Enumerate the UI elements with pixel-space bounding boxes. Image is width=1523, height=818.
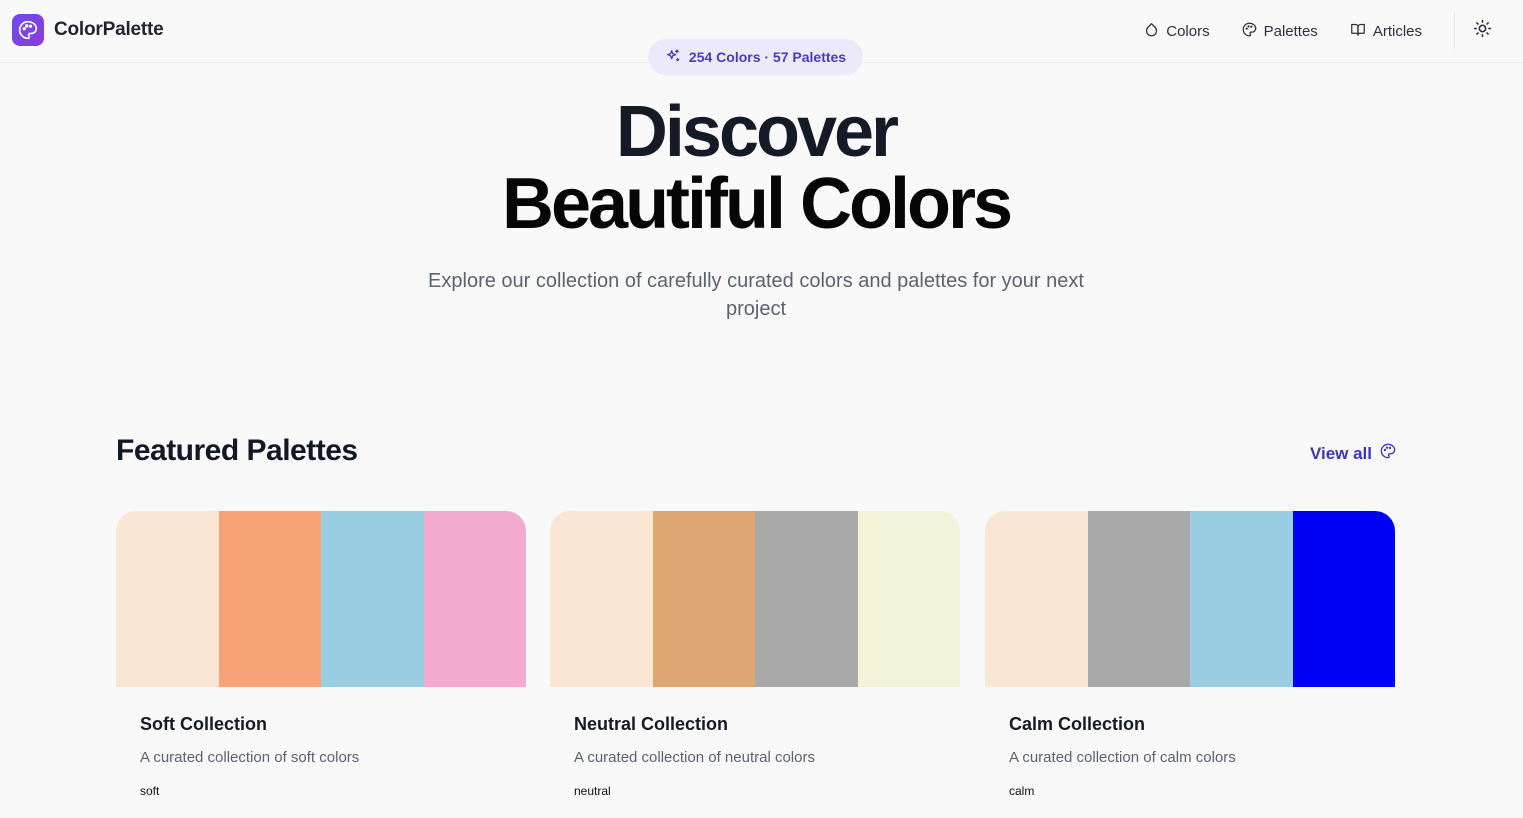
sun-icon — [1473, 19, 1492, 43]
color-swatch[interactable] — [218, 511, 321, 687]
palette-name: Soft Collection — [140, 714, 267, 734]
nav-palettes-label: Palettes — [1263, 22, 1318, 40]
color-swatch[interactable] — [1087, 511, 1190, 687]
palette-card-neutral[interactable]: Neutral Collection A curated collection … — [550, 511, 960, 818]
color-swatch[interactable] — [857, 511, 960, 687]
hero-title: Discover Beautiful Colors — [0, 96, 1512, 240]
palette-description: A curated collection of neutral colors — [574, 749, 815, 766]
color-swatch[interactable] — [321, 511, 424, 687]
featured-section-title: Featured Palettes — [116, 434, 358, 467]
stats-badge-text: 254 Colors · 57 Palettes — [688, 49, 847, 65]
palette-description: A curated collection of calm colors — [1009, 749, 1236, 766]
palette-icon — [1380, 443, 1396, 464]
color-swatch[interactable] — [116, 511, 219, 687]
nav-articles[interactable]: Articles — [1350, 22, 1422, 41]
color-swatch[interactable] — [1292, 511, 1395, 687]
view-all-label: View all — [1309, 443, 1372, 463]
hero-title-line1: Discover — [615, 92, 899, 172]
droplet-icon — [1144, 22, 1159, 41]
palette-icon — [1242, 22, 1257, 41]
main-nav: Colors Palettes Articles — [1144, 0, 1523, 62]
logo-text: ColorPalette — [54, 19, 164, 40]
palette-description: A curated collection of soft colors — [140, 749, 360, 766]
palette-swatches — [550, 511, 960, 687]
nav-colors-label: Colors — [1166, 22, 1210, 40]
palette-logo-icon — [12, 14, 44, 46]
color-swatch[interactable] — [423, 511, 526, 687]
theme-toggle-button[interactable] — [1471, 19, 1493, 43]
color-swatch[interactable] — [1190, 511, 1293, 687]
color-swatch[interactable] — [755, 511, 858, 687]
palette-tag[interactable]: soft — [140, 784, 159, 798]
hero-title-line2: Beautiful Colors — [501, 164, 1013, 244]
palette-name: Calm Collection — [1009, 714, 1146, 734]
palette-tag[interactable]: neutral — [574, 784, 611, 798]
color-swatch[interactable] — [550, 511, 653, 687]
palette-tag[interactable]: calm — [1009, 784, 1034, 798]
palette-card-soft[interactable]: Soft Collection A curated collection of … — [116, 511, 526, 818]
book-open-icon — [1350, 22, 1366, 41]
color-swatch[interactable] — [985, 511, 1088, 687]
palette-swatches — [116, 511, 526, 687]
logo-link[interactable]: ColorPalette — [12, 14, 164, 46]
view-all-link[interactable]: View all — [1310, 443, 1396, 464]
stats-badge: 254 Colors · 57 Palettes — [648, 39, 863, 75]
palette-card-calm[interactable]: Calm Collection A curated collection of … — [985, 511, 1395, 818]
nav-palettes[interactable]: Palettes — [1242, 22, 1318, 41]
palette-swatches — [985, 511, 1395, 687]
sparkles-icon — [665, 48, 681, 67]
nav-colors[interactable]: Colors — [1144, 22, 1210, 41]
hero-subtitle: Explore our collection of carefully cura… — [428, 270, 1084, 320]
palette-name: Neutral Collection — [574, 714, 729, 734]
color-swatch[interactable] — [652, 511, 755, 687]
nav-divider — [1454, 13, 1455, 49]
nav-articles-label: Articles — [1372, 22, 1422, 40]
